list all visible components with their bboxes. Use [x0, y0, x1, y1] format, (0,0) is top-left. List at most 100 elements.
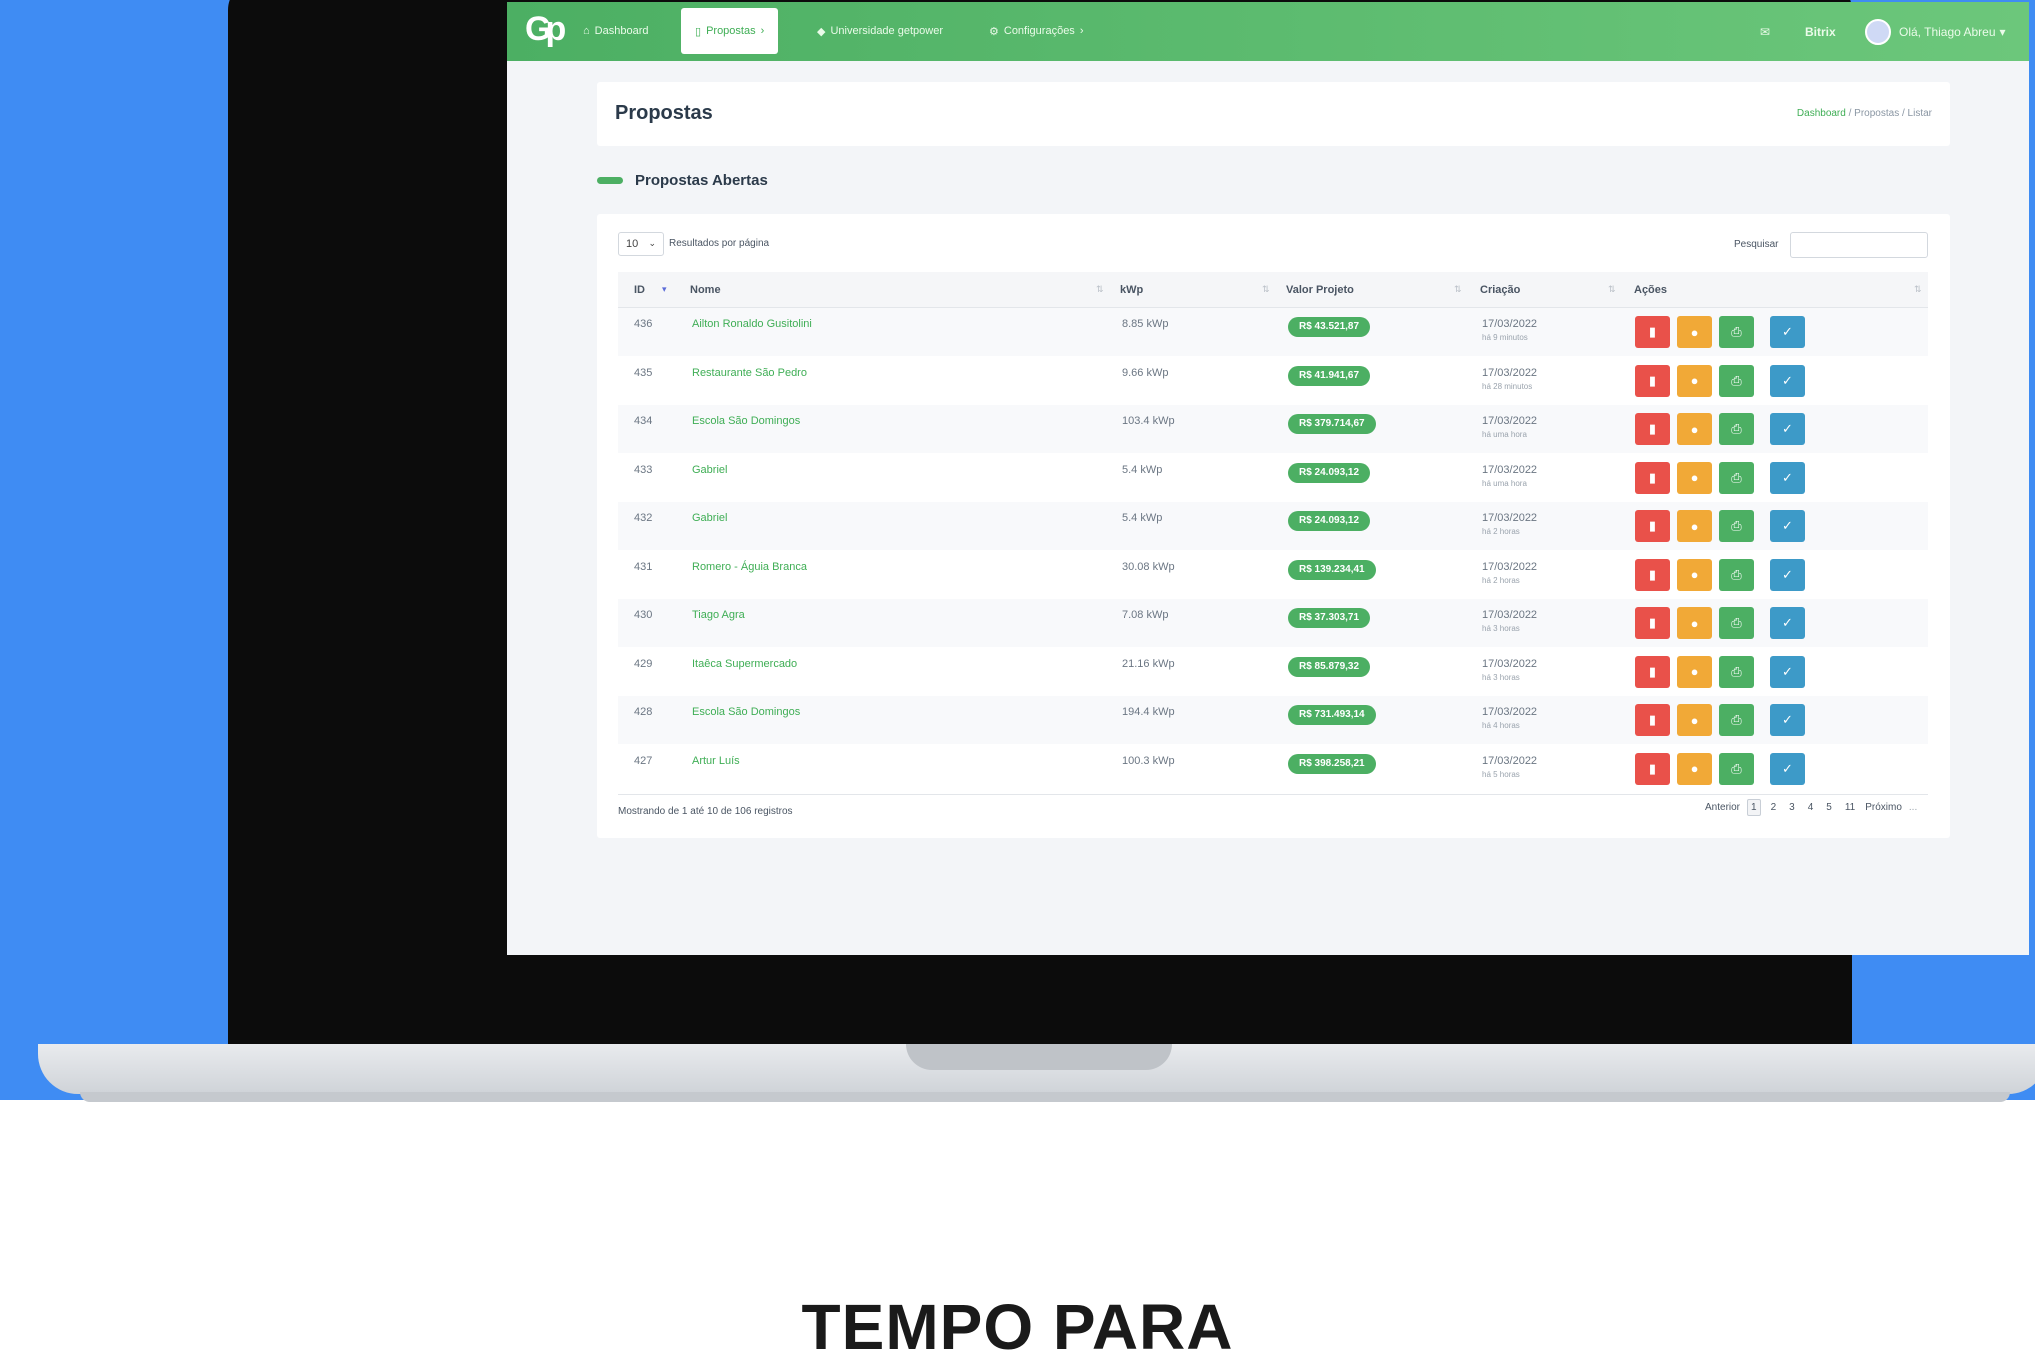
comment-icon: ● [1690, 373, 1699, 388]
delete-button[interactable]: ▮ [1635, 655, 1670, 688]
approve-button[interactable]: ✓ [1770, 752, 1805, 785]
delete-button[interactable]: ▮ [1635, 607, 1670, 639]
row-name-link[interactable]: Ailton Ronaldo Gusitolini [692, 318, 812, 330]
table-row: 433 Gabriel 5.4 kWp R$ 24.093,12 17/03/2022 h… [618, 454, 1928, 502]
row-created: 17/03/2022 há uma hora [1482, 463, 1537, 491]
print-button[interactable]: ⎙ [1719, 752, 1754, 785]
print-button[interactable]: ⎙ [1719, 655, 1754, 688]
header-nome[interactable]: Nome [690, 284, 721, 296]
row-time-ago: há 2 horas [1482, 575, 1520, 585]
row-name-link[interactable]: Itaêca Supermercado [692, 658, 797, 670]
pagination-next[interactable]: Próximo [1865, 802, 1902, 813]
row-id: 431 [634, 560, 653, 573]
row-name-link[interactable]: Restaurante São Pedro [692, 367, 807, 379]
row-name-link[interactable]: Artur Luís [692, 755, 740, 767]
comment-button[interactable]: ● [1677, 704, 1712, 736]
breadcrumb-dashboard[interactable]: Dashboard [1797, 108, 1846, 119]
print-button[interactable]: ⎙ [1719, 316, 1754, 348]
approve-button[interactable]: ✓ [1770, 655, 1805, 688]
row-value-badge: R$ 43.521,87 [1288, 317, 1371, 337]
delete-button[interactable]: ▮ [1635, 461, 1670, 494]
gears-icon: ⚙ [989, 25, 999, 38]
header-id[interactable]: ID [634, 284, 645, 296]
trash-icon: ▮ [1648, 712, 1657, 727]
pagination-page-11[interactable]: 11 [1842, 800, 1858, 815]
nav-propostas[interactable]: ▯ Propostas › [681, 8, 779, 54]
delete-button[interactable]: ▮ [1635, 316, 1670, 348]
approve-button[interactable]: ✓ [1770, 316, 1805, 348]
pagination-page-1[interactable]: 1 [1747, 799, 1761, 816]
nav-universidade[interactable]: ◆ Universidade getpower [817, 8, 943, 54]
row-value-badge: R$ 139.234,41 [1288, 559, 1376, 580]
comment-button[interactable]: ● [1677, 364, 1712, 397]
nav-configuracoes[interactable]: ⚙ Configurações › [989, 8, 1083, 54]
approve-button[interactable]: ✓ [1770, 510, 1805, 542]
section-header: Propostas Abertas [597, 172, 768, 189]
comment-button[interactable]: ● [1677, 461, 1712, 494]
approve-button[interactable]: ✓ [1770, 461, 1805, 494]
row-value-badge: R$ 379.714,67 [1288, 414, 1376, 434]
delete-button[interactable]: ▮ [1635, 704, 1670, 736]
bitrix-link[interactable]: Bitrix [1805, 2, 1836, 61]
search-input[interactable] [1790, 232, 1928, 258]
row-name-link[interactable]: Tiago Agra [692, 609, 745, 621]
delete-button[interactable]: ▮ [1635, 413, 1670, 445]
row-name-link[interactable]: Escola São Domingos [692, 706, 800, 718]
delete-button[interactable]: ▮ [1635, 364, 1670, 397]
comment-icon: ● [1690, 615, 1699, 631]
pagination-prev[interactable]: Anterior [1705, 802, 1740, 813]
row-name-link[interactable]: Gabriel [692, 512, 727, 524]
print-button[interactable]: ⎙ [1719, 461, 1754, 494]
print-button[interactable]: ⎙ [1719, 704, 1754, 736]
row-created: 17/03/2022 há 3 horas [1482, 657, 1537, 685]
check-icon: ✓ [1782, 712, 1793, 727]
check-icon: ✓ [1782, 615, 1793, 630]
print-button[interactable]: ⎙ [1719, 413, 1754, 445]
approve-button[interactable]: ✓ [1770, 704, 1805, 736]
approve-button[interactable]: ✓ [1770, 558, 1805, 591]
mail-button[interactable]: ✉ [1760, 2, 1770, 61]
comment-button[interactable]: ● [1677, 558, 1712, 591]
sort-icon: ⇅ [1454, 284, 1462, 294]
pagination-page-5[interactable]: 5 [1823, 800, 1835, 815]
header-criacao[interactable]: Criação [1480, 284, 1520, 296]
approve-button[interactable]: ✓ [1770, 364, 1805, 397]
row-name-link[interactable]: Gabriel [692, 464, 727, 476]
header-valor-projeto[interactable]: Valor Projeto [1286, 284, 1354, 296]
top-navbar: Gp ⌂ Dashboard ▯ Propostas › ◆ Universid… [507, 2, 2029, 61]
header-kwp[interactable]: kWp [1120, 284, 1143, 296]
approve-button[interactable]: ✓ [1770, 413, 1805, 445]
breadcrumb-propostas[interactable]: Propostas [1854, 108, 1899, 119]
comment-button[interactable]: ● [1677, 316, 1712, 348]
print-button[interactable]: ⎙ [1719, 607, 1754, 639]
brand-logo[interactable]: Gp [525, 10, 567, 52]
row-value-badge: R$ 398.258,21 [1288, 753, 1376, 774]
page-size-select[interactable]: 10 ⌄ [618, 232, 664, 256]
pagination-page-4[interactable]: 4 [1805, 800, 1817, 815]
row-name-link[interactable]: Escola São Domingos [692, 415, 800, 427]
nav-dashboard[interactable]: ⌂ Dashboard [583, 8, 648, 54]
row-value-badge: R$ 85.879,32 [1288, 656, 1371, 677]
comment-button[interactable]: ● [1677, 510, 1712, 542]
approve-button[interactable]: ✓ [1770, 607, 1805, 639]
print-button[interactable]: ⎙ [1719, 364, 1754, 397]
print-button[interactable]: ⎙ [1719, 558, 1754, 591]
row-created: 17/03/2022 há 28 minutos [1482, 366, 1537, 394]
comment-icon: ● [1690, 421, 1699, 437]
delete-button[interactable]: ▮ [1635, 558, 1670, 591]
row-name-link[interactable]: Romero - Águia Branca [692, 561, 807, 573]
table-row: 435 Restaurante São Pedro 9.66 kWp R$ 41.94… [618, 357, 1928, 405]
pagination-page-3[interactable]: 3 [1786, 800, 1798, 815]
delete-button[interactable]: ▮ [1635, 752, 1670, 785]
comment-button[interactable]: ● [1677, 752, 1712, 785]
pagination-page-2[interactable]: 2 [1768, 800, 1780, 815]
per-page-label: Resultados por página [669, 238, 770, 249]
delete-button[interactable]: ▮ [1635, 510, 1670, 542]
user-menu[interactable]: Olá, Thiago Abreu ▾ [1865, 2, 2006, 61]
comment-icon: ● [1690, 518, 1699, 534]
check-icon: ✓ [1782, 372, 1793, 388]
comment-button[interactable]: ● [1677, 607, 1712, 639]
print-button[interactable]: ⎙ [1719, 510, 1754, 542]
comment-button[interactable]: ● [1677, 655, 1712, 688]
comment-button[interactable]: ● [1677, 413, 1712, 445]
